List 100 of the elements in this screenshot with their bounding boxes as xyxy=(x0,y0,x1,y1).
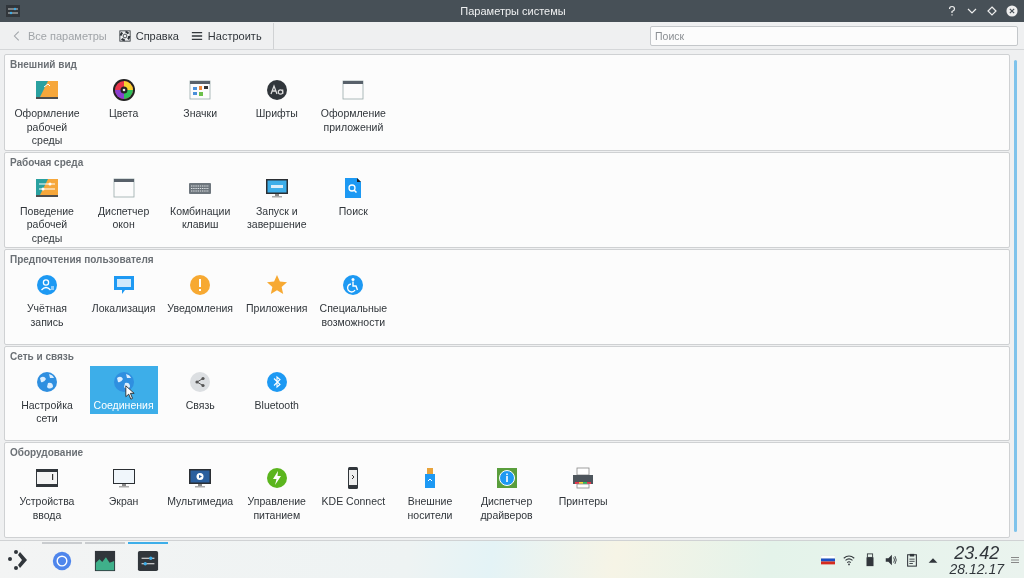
scrollbar[interactable] xyxy=(1014,60,1017,532)
help-button[interactable]: Справка xyxy=(113,26,184,45)
module-label: Шрифты xyxy=(254,107,299,121)
accessibility-icon xyxy=(341,273,366,297)
mouse-pointer-icon xyxy=(124,384,135,400)
settings-module[interactable]: Учётная запись xyxy=(13,269,81,331)
module-label: Мультимедиа xyxy=(166,495,235,509)
system-monitor-icon xyxy=(94,549,116,572)
settings-module[interactable]: Специальные возможности xyxy=(319,269,388,331)
category-title: Предпочтения пользователя xyxy=(10,254,154,265)
module-label: Диспетчер окон xyxy=(96,204,151,232)
module-label: Устройства ввода xyxy=(18,495,76,523)
module-label: Локализация xyxy=(90,302,157,316)
category-title: Внешний вид xyxy=(10,59,77,70)
module-label: Bluetooth xyxy=(253,398,300,413)
settings-module[interactable]: KDE Connect xyxy=(319,462,388,511)
settings-icon xyxy=(6,5,20,17)
window-icon xyxy=(111,175,136,200)
category-title: Оборудование xyxy=(10,447,84,459)
module-label: Цвета xyxy=(107,107,140,121)
window-icon xyxy=(341,78,366,102)
warning-icon xyxy=(188,273,213,297)
monitor-play-icon xyxy=(188,466,213,491)
clock[interactable]: 23.42 28.12.17 xyxy=(949,543,1004,576)
category-title: Сеть и связь xyxy=(10,350,74,362)
settings-module[interactable]: Мультимедиа xyxy=(166,462,235,511)
settings-module[interactable]: Приложения xyxy=(242,269,311,318)
settings-module[interactable]: Локализация xyxy=(89,269,158,318)
flag-icon[interactable] xyxy=(820,552,835,567)
module-label: Внешние носители xyxy=(406,495,454,523)
printer-icon xyxy=(571,466,596,491)
settings-icon xyxy=(137,549,159,572)
settings-module[interactable]: Диспетчер окон xyxy=(89,171,158,234)
search-field[interactable]: Поиск xyxy=(650,25,1018,46)
user-icon xyxy=(35,273,59,297)
font-icon xyxy=(264,78,289,102)
settings-module[interactable]: Экран xyxy=(89,462,158,511)
module-label: Учётная запись xyxy=(25,302,69,329)
module-label: Уведомления xyxy=(166,302,234,316)
settings-module[interactable]: Поиск xyxy=(319,171,388,220)
browser-icon xyxy=(51,549,73,572)
module-label: Соединения xyxy=(92,398,155,413)
menu-icon xyxy=(190,29,203,42)
settings-module[interactable]: Запуск и завершение xyxy=(242,171,311,234)
icon-grid-window-icon xyxy=(188,78,213,102)
close-icon[interactable] xyxy=(1006,5,1018,17)
color-wheel-icon xyxy=(111,78,136,102)
app-launcher-icon[interactable] xyxy=(6,547,30,572)
settings-module[interactable]: Настройка сети xyxy=(13,365,81,428)
module-label: Диспетчер драйверов xyxy=(479,495,534,523)
settings-module[interactable]: Уведомления xyxy=(166,269,235,318)
landscape-screen-icon xyxy=(35,78,59,102)
category-title: Рабочая среда xyxy=(10,156,84,168)
module-label: Экран xyxy=(107,495,140,509)
volume-icon[interactable] xyxy=(883,552,898,567)
lightning-icon xyxy=(264,466,289,491)
settings-module[interactable]: Оформление приложений xyxy=(319,74,388,136)
settings-module[interactable]: Поведение рабочей среды xyxy=(13,171,81,247)
globe-icon xyxy=(35,369,59,394)
clock-time: 23.42 xyxy=(954,543,1000,562)
settings-module[interactable]: Комбинации клавиш xyxy=(166,171,235,234)
module-label: Поиск xyxy=(337,204,369,218)
window-title: Параметры системы xyxy=(459,5,567,17)
share-icon xyxy=(188,369,213,394)
settings-module[interactable]: Внешние носители xyxy=(395,462,464,525)
wifi-icon[interactable] xyxy=(841,552,856,567)
configure-button[interactable]: Настроить xyxy=(185,26,267,45)
maximize-icon[interactable] xyxy=(986,5,998,17)
settings-module[interactable]: Оформление рабочей среды xyxy=(13,74,81,150)
clipboard-icon[interactable] xyxy=(904,552,919,567)
module-label: Управление питанием xyxy=(246,495,307,523)
globe-icon xyxy=(111,369,136,394)
module-label: Значки xyxy=(182,107,219,121)
module-label: Оформление приложений xyxy=(319,107,387,134)
module-label: Поведение рабочей среды xyxy=(19,204,75,245)
settings-module[interactable]: Шрифты xyxy=(242,74,311,123)
module-label: Приложения xyxy=(245,302,309,316)
settings-module[interactable]: Связь xyxy=(166,365,235,415)
settings-module[interactable]: Принтеры xyxy=(549,462,618,511)
module-label: Принтеры xyxy=(557,495,609,509)
settings-module[interactable]: Bluetooth xyxy=(242,365,311,415)
info-chip-icon xyxy=(494,466,519,491)
settings-module[interactable]: Диспетчер драйверов xyxy=(472,462,541,525)
lifebuoy-icon xyxy=(118,29,131,42)
star-icon xyxy=(264,273,289,297)
menu-icon[interactable] xyxy=(1010,554,1020,565)
module-label: Оформление рабочей среды xyxy=(13,107,81,148)
module-label: Запуск и завершение xyxy=(246,204,308,232)
settings-module[interactable]: Цвета xyxy=(89,74,158,123)
settings-module[interactable]: Управление питанием xyxy=(242,462,311,525)
module-label: KDE Connect xyxy=(320,495,387,509)
module-label: Настройка сети xyxy=(20,398,74,426)
monitor-icon xyxy=(111,466,136,491)
module-label: Специальные возможности xyxy=(319,302,388,329)
help-icon[interactable] xyxy=(946,5,958,17)
module-label: Связь xyxy=(184,398,216,413)
settings-module[interactable]: Значки xyxy=(166,74,235,123)
settings-module[interactable]: Устройства ввода xyxy=(13,462,81,525)
clock-date: 28.12.17 xyxy=(949,561,1004,576)
module-label: Комбинации клавиш xyxy=(169,204,232,232)
